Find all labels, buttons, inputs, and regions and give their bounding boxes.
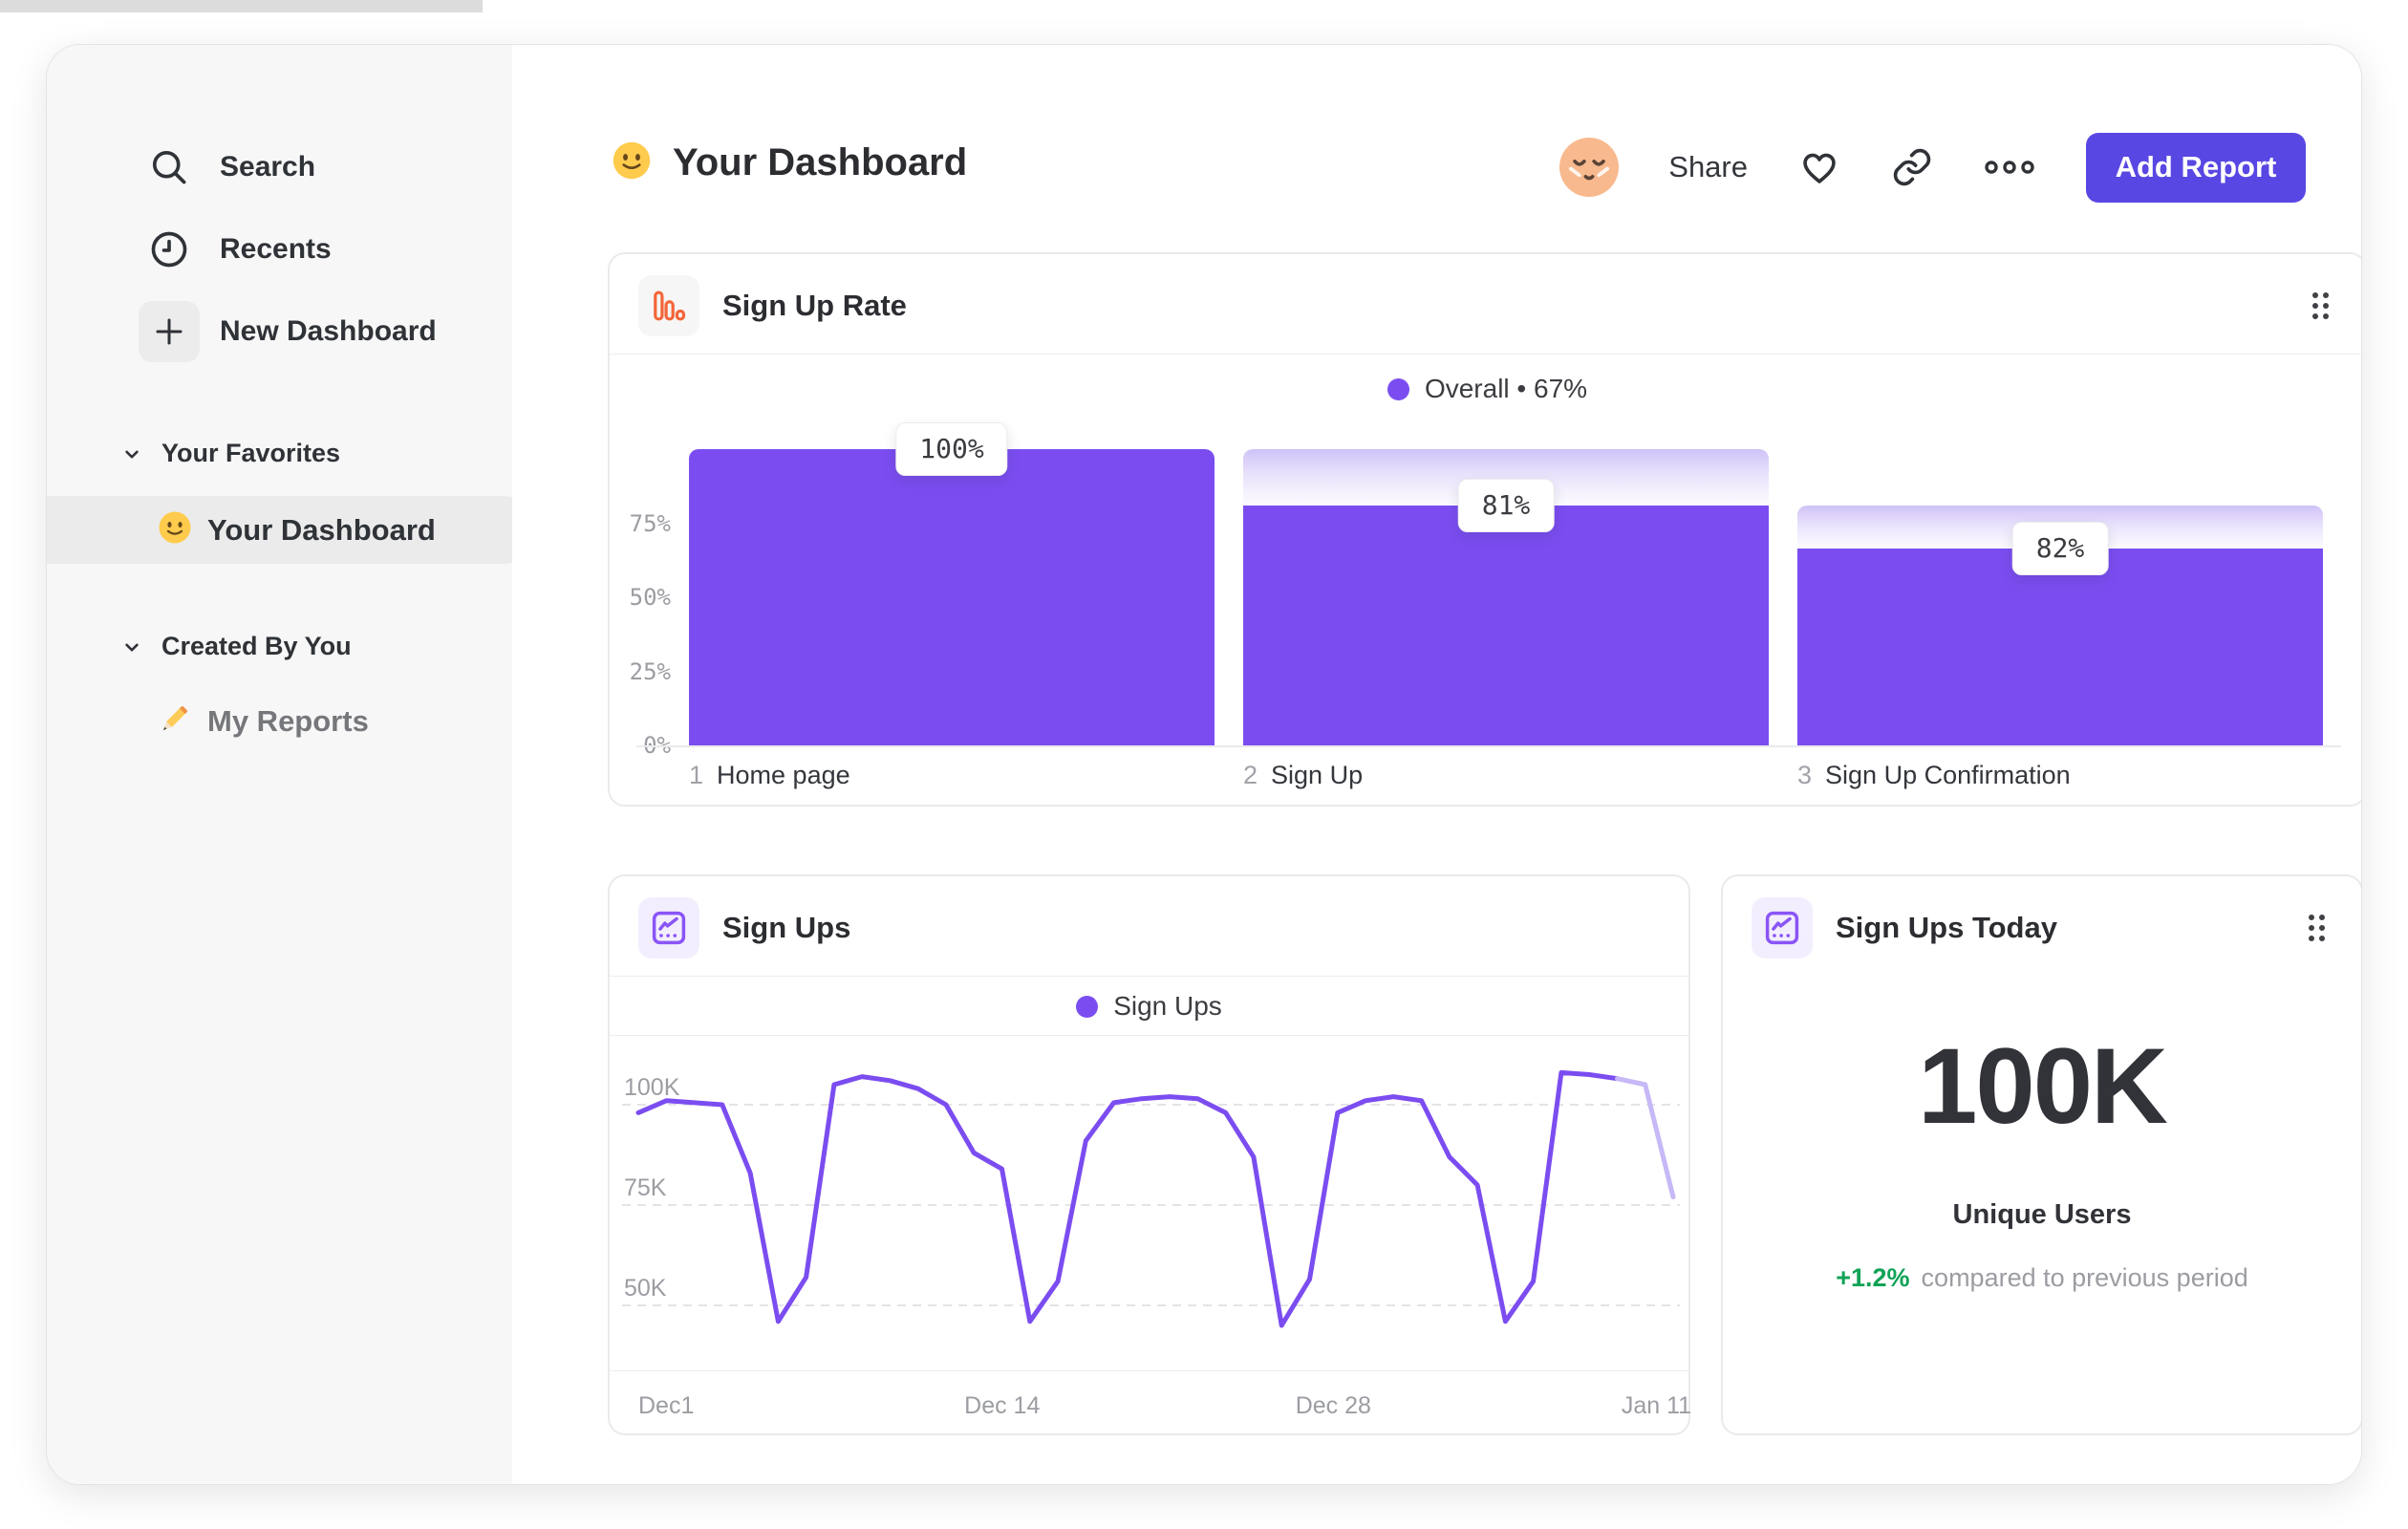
sidebar-item-label: Your Dashboard — [207, 512, 436, 547]
line-y-tick: 100K — [624, 1074, 680, 1101]
sidebar-item-new-dashboard[interactable]: New Dashboard — [47, 297, 512, 366]
step-name: Sign Up Confirmation — [1825, 761, 2071, 789]
funnel-bar-value-badge: 82% — [2011, 522, 2109, 576]
search-icon — [139, 137, 200, 198]
clock-icon — [139, 219, 200, 280]
kpi-delta-caption: compared to previous period — [1921, 1263, 2248, 1292]
line-y-tick: 50K — [624, 1275, 667, 1302]
step-number: 3 — [1797, 761, 1813, 789]
funnel-bar-value-badge: 81% — [1457, 478, 1555, 532]
sidebar-item-label: Search — [220, 151, 316, 183]
section-title: Created By You — [161, 632, 352, 660]
step-name: Sign Up — [1271, 761, 1364, 789]
sidebar-item-label: New Dashboard — [220, 315, 437, 347]
favorite-heart-icon[interactable] — [1797, 145, 1841, 189]
sidebar-section-created-by-you[interactable]: Created By You — [119, 632, 352, 661]
line-series — [635, 1069, 1620, 1328]
kpi-metric-label: Unique Users — [1952, 1199, 2132, 1230]
step-number: 1 — [689, 761, 704, 789]
plus-icon — [139, 301, 200, 362]
funnel-step-label: 2 Sign Up — [1243, 761, 1363, 790]
line-series-incomplete — [1615, 1076, 1676, 1200]
funnel-bar-converted — [689, 449, 1215, 745]
line-x-tick: Dec 14 — [964, 1392, 1041, 1419]
kpi-delta-row: +1.2% compared to previous period — [1723, 1263, 2361, 1293]
sidebar-item-label: My Reports — [207, 704, 369, 738]
sidebar: Search Recents New Dashboard Your Favori… — [47, 45, 537, 1484]
sidebar-item-recents[interactable]: Recents — [47, 215, 512, 284]
funnel-chart: 75% 50% 25% 0% 100% 1 Home page 81% 2 Sign Up 82% 3… — [610, 254, 2361, 805]
funnel-step-label: 3 Sign Up Confirmation — [1797, 761, 2071, 790]
funnel-bar-converted — [1797, 549, 2323, 745]
line-x-tick: Dec1 — [638, 1392, 695, 1419]
line-x-tick: Jan 11 — [1621, 1392, 1692, 1419]
funnel-bar-step-1[interactable]: 100% — [689, 422, 1215, 745]
sidebar-section-your-favorites[interactable]: Your Favorites — [119, 439, 340, 468]
page-title: Your Dashboard — [673, 141, 968, 183]
chevron-down-icon — [119, 635, 144, 659]
line-chart: 100K 75K 50K Dec1 Dec 14 Dec 28 Jan 11 — [610, 876, 1692, 1433]
funnel-step-label: 1 Home page — [689, 761, 850, 790]
smiley-emoji-icon — [612, 140, 652, 185]
sign-ups-card: Sign Ups Sign Ups 100K 75K 50K Dec1 Dec 14 De… — [608, 874, 1692, 1435]
funnel-baseline — [636, 745, 2341, 747]
main-content: Your Dashboard Share Add Report Sign Up … — [512, 45, 2361, 1484]
funnel-y-tick: 25% — [629, 657, 671, 685]
card-title: Sign Ups Today — [1836, 911, 2057, 944]
avatar[interactable] — [1559, 138, 1620, 197]
insights-icon — [1752, 897, 1813, 958]
copy-link-icon[interactable] — [1891, 146, 1933, 188]
line-y-tick: 75K — [624, 1174, 667, 1201]
kpi-delta-value: +1.2% — [1836, 1263, 1910, 1292]
funnel-bar-converted — [1243, 505, 1769, 745]
pencil-emoji-icon — [156, 701, 192, 743]
funnel-bar-step-3[interactable]: 82% — [1797, 505, 2323, 745]
funnel-bar-value-badge: 100% — [895, 422, 1008, 476]
app-window: Search Recents New Dashboard Your Favori… — [46, 44, 2362, 1485]
dashboard-header: Your Dashboard Share Add Report — [512, 45, 2361, 246]
kpi-value: 100K — [1918, 1026, 2168, 1146]
sidebar-item-search[interactable]: Search — [47, 133, 512, 202]
sidebar-item-my-reports[interactable]: My Reports — [47, 691, 512, 752]
more-options-icon[interactable] — [1983, 156, 2036, 179]
smiley-emoji-icon — [158, 510, 192, 549]
sign-ups-today-card: Sign Ups Today 100K Unique Users +1.2% co… — [1721, 874, 2361, 1435]
section-title: Your Favorites — [161, 439, 341, 467]
funnel-bar-step-2[interactable]: 81% — [1243, 449, 1769, 745]
drag-handle-icon[interactable] — [2307, 913, 2327, 948]
step-number: 2 — [1243, 761, 1258, 789]
funnel-y-tick: 50% — [629, 584, 671, 611]
line-x-tick: Dec 28 — [1295, 1392, 1371, 1419]
sidebar-item-label: Recents — [220, 233, 332, 265]
background-window-edge — [0, 0, 483, 12]
share-button[interactable]: Share — [1668, 150, 1748, 184]
add-report-button[interactable]: Add Report — [2086, 132, 2306, 203]
chevron-down-icon — [119, 441, 144, 466]
sign-up-rate-card: Sign Up Rate Overall • 67% 75% 50% 25% 0% 10… — [608, 252, 2361, 807]
step-name: Home page — [717, 761, 850, 789]
sidebar-item-your-dashboard[interactable]: Your Dashboard — [47, 496, 537, 564]
funnel-y-tick: 75% — [629, 509, 671, 537]
